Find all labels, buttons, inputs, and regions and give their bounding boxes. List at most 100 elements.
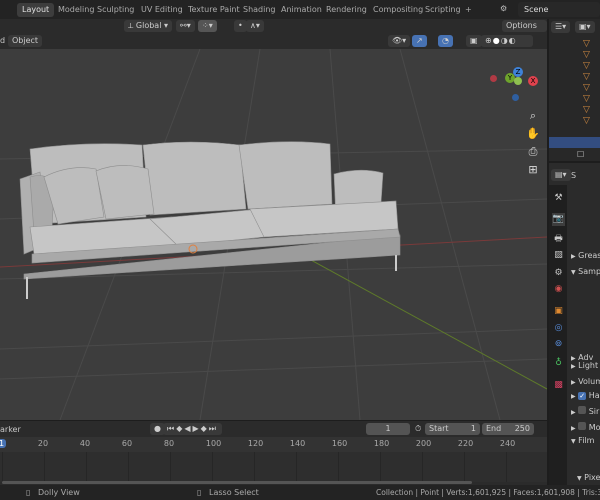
options-dropdown[interactable]: Options ▾	[502, 20, 547, 42]
outliner-object-icons[interactable]: ▽ ▽ ▽ ▽ ▽ ▽ ▽ ▽	[583, 39, 590, 127]
frame-gridline	[85, 452, 87, 482]
outliner-filter[interactable]: ▣▾	[575, 21, 595, 33]
end-label: End	[486, 424, 502, 433]
gizmo-x[interactable]: X	[528, 76, 538, 86]
stopwatch-icon[interactable]: ⏱	[415, 424, 421, 434]
proportional-toggle[interactable]: •	[234, 20, 247, 32]
workspace-tab[interactable]: UV Editing	[136, 3, 188, 17]
workspace-tab[interactable]: Scripting	[420, 3, 466, 17]
marker-menu[interactable]: arker	[0, 425, 21, 434]
render-tab-icon[interactable]: 📷	[552, 213, 565, 226]
timeline-tracks[interactable]	[0, 452, 547, 482]
expand-arrow-icon: ▼	[571, 269, 576, 276]
frame-tick-label: 120	[247, 439, 264, 448]
playhead[interactable]: 1	[0, 439, 7, 448]
orientation-dropdown[interactable]: ⟂ Global ▾	[124, 20, 172, 32]
timeline-header: arker ● ⏮◆◀▶◆⏭ 1 ⏱ Start 1 End 250	[0, 421, 547, 437]
frame-gridline	[337, 452, 339, 482]
pan-hand-icon[interactable]: ✋	[526, 125, 540, 143]
falloff-dropdown[interactable]: ∧▾	[246, 20, 264, 32]
current-frame-field[interactable]: 1	[366, 423, 410, 435]
snap-toggle[interactable]: ⁘▾	[198, 20, 217, 32]
zoom-icon[interactable]: ⌕	[526, 107, 540, 125]
frame-gridline	[127, 452, 129, 482]
properties-panel-row[interactable]: ▶ Volum	[571, 377, 600, 386]
properties-panel-row[interactable]: ▶ ✓ Ha	[571, 391, 600, 400]
properties-panel-row[interactable]: ▶ Light	[571, 361, 598, 370]
frame-tick-label: 180	[373, 439, 390, 448]
properties-panel-row[interactable]: ▶ Greas	[571, 251, 600, 260]
checkbox[interactable]	[578, 422, 587, 430]
world-tab-icon[interactable]: ◉	[552, 283, 565, 296]
tool-tab-icon[interactable]: ⚒	[552, 192, 565, 205]
perspective-grid-icon[interactable]: ⊞	[526, 161, 540, 179]
3d-viewport[interactable]: Z X Y ⌕ ✋ ⎙ ⊞	[0, 49, 547, 420]
properties-panel-row[interactable]: ▼ Pixe	[577, 473, 600, 482]
scene-selector[interactable]: Scene	[518, 2, 600, 17]
menu-object[interactable]: Object	[8, 35, 43, 47]
start-frame-field[interactable]: Start 1	[425, 423, 480, 435]
collapse-arrow-icon: ▶	[571, 425, 576, 432]
properties-panel-row[interactable]: ▶ Sir	[571, 406, 599, 416]
properties-tabs: ⚒ 📷 🖶 ▨ ⚙ ◉ ▣ ◎ ⊚ ♁ ▩	[549, 185, 567, 485]
playback-controls[interactable]: ⏮◆◀▶◆⏭	[163, 423, 223, 435]
properties-search[interactable]: S	[571, 171, 576, 180]
collapse-arrow-icon: ▶	[571, 409, 576, 416]
gizmo-neg-y[interactable]	[514, 77, 522, 85]
panel-label: Light	[578, 361, 599, 370]
frame-ruler[interactable]: 1 20 40 60 80 100 120 140 160 180 200 220 240	[0, 437, 547, 452]
visibility-icon[interactable]: 👁▾	[388, 35, 411, 47]
tool-header: ⟂ Global ▾ ⚯▾ ⁘▾ • ∧▾ Options ▾	[0, 19, 547, 42]
outliner[interactable]: ☰▾ ▣▾ ▽ ▽ ▽ ▽ ▽ ▽ ▽ ▽ ☐	[549, 19, 600, 161]
checkbox[interactable]	[578, 406, 587, 414]
frame-gridline	[169, 452, 171, 482]
physics-tab-icon[interactable]: ◎	[552, 322, 565, 335]
xray-icon[interactable]: ▣	[466, 35, 482, 47]
properties-panel-row[interactable]: ▼ Samp	[571, 267, 600, 276]
workspace-tab[interactable]: Shading	[238, 3, 281, 17]
workspace-tab[interactable]: Layout	[17, 3, 55, 17]
outliner-display-mode[interactable]: ☰▾	[551, 21, 571, 33]
frame-tick-label: 140	[289, 439, 306, 448]
menu-add[interactable]: d	[0, 36, 5, 45]
pivot-dropdown[interactable]: ⚯▾	[176, 20, 195, 32]
outliner-selected-row[interactable]	[549, 137, 600, 148]
output-tab-icon[interactable]: 🖶	[552, 233, 565, 246]
start-label: Start	[429, 424, 449, 433]
end-frame-field[interactable]: End 250	[482, 423, 534, 435]
view-layer-tab-icon[interactable]: ▨	[552, 249, 565, 262]
collapse-arrow-icon: ▶	[571, 253, 576, 260]
shading-modes[interactable]: ⊕●◑◐	[481, 35, 533, 47]
frame-tick-label: 200	[415, 439, 432, 448]
outliner-checkbox-icon[interactable]: ☐	[577, 150, 584, 159]
checkbox[interactable]: ✓	[578, 392, 587, 400]
panel-label: Samp	[578, 267, 600, 276]
gizmo-toggle-icon[interactable]: ↗	[412, 35, 427, 47]
workspace-tab[interactable]: Animation	[276, 3, 327, 17]
overlay-toggle-icon[interactable]: ◔	[438, 35, 453, 47]
frame-gridline	[43, 452, 45, 482]
gizmo-neg-z[interactable]	[512, 94, 519, 101]
frame-gridline	[2, 452, 3, 482]
texture-tab-icon[interactable]: ▩	[552, 379, 565, 392]
mouse-right-icon: ▯	[197, 488, 202, 497]
scene-tab-icon[interactable]: ⚙	[552, 267, 565, 280]
camera-icon[interactable]: ⎙	[526, 143, 540, 161]
workspace-tab[interactable]: Sculpting	[92, 3, 139, 17]
gizmo-neg-x[interactable]	[490, 75, 497, 82]
timeline-scrollbar[interactable]	[2, 481, 472, 484]
light-tab-icon[interactable]: ♁	[552, 357, 565, 370]
workspace-tab[interactable]: Rendering	[321, 3, 372, 17]
frame-gridline	[253, 452, 255, 482]
constraints-tab-icon[interactable]: ⊚	[552, 338, 565, 351]
properties-panel-row[interactable]: ▶ Mo	[571, 422, 600, 432]
scene-icon[interactable]: ⚙	[500, 4, 507, 13]
frame-tick-label: 40	[79, 439, 91, 448]
properties-editor-type[interactable]: ▤▾	[551, 169, 571, 181]
expand-arrow-icon: ▼	[571, 438, 576, 445]
frame-tick-label: 100	[205, 439, 222, 448]
properties-panel-row[interactable]: ▼ Film	[571, 436, 594, 445]
workspace-tab[interactable]: +	[460, 3, 477, 17]
object-tab-icon[interactable]: ▣	[552, 305, 565, 318]
workspace-tab[interactable]: Texture Paint	[183, 3, 245, 17]
